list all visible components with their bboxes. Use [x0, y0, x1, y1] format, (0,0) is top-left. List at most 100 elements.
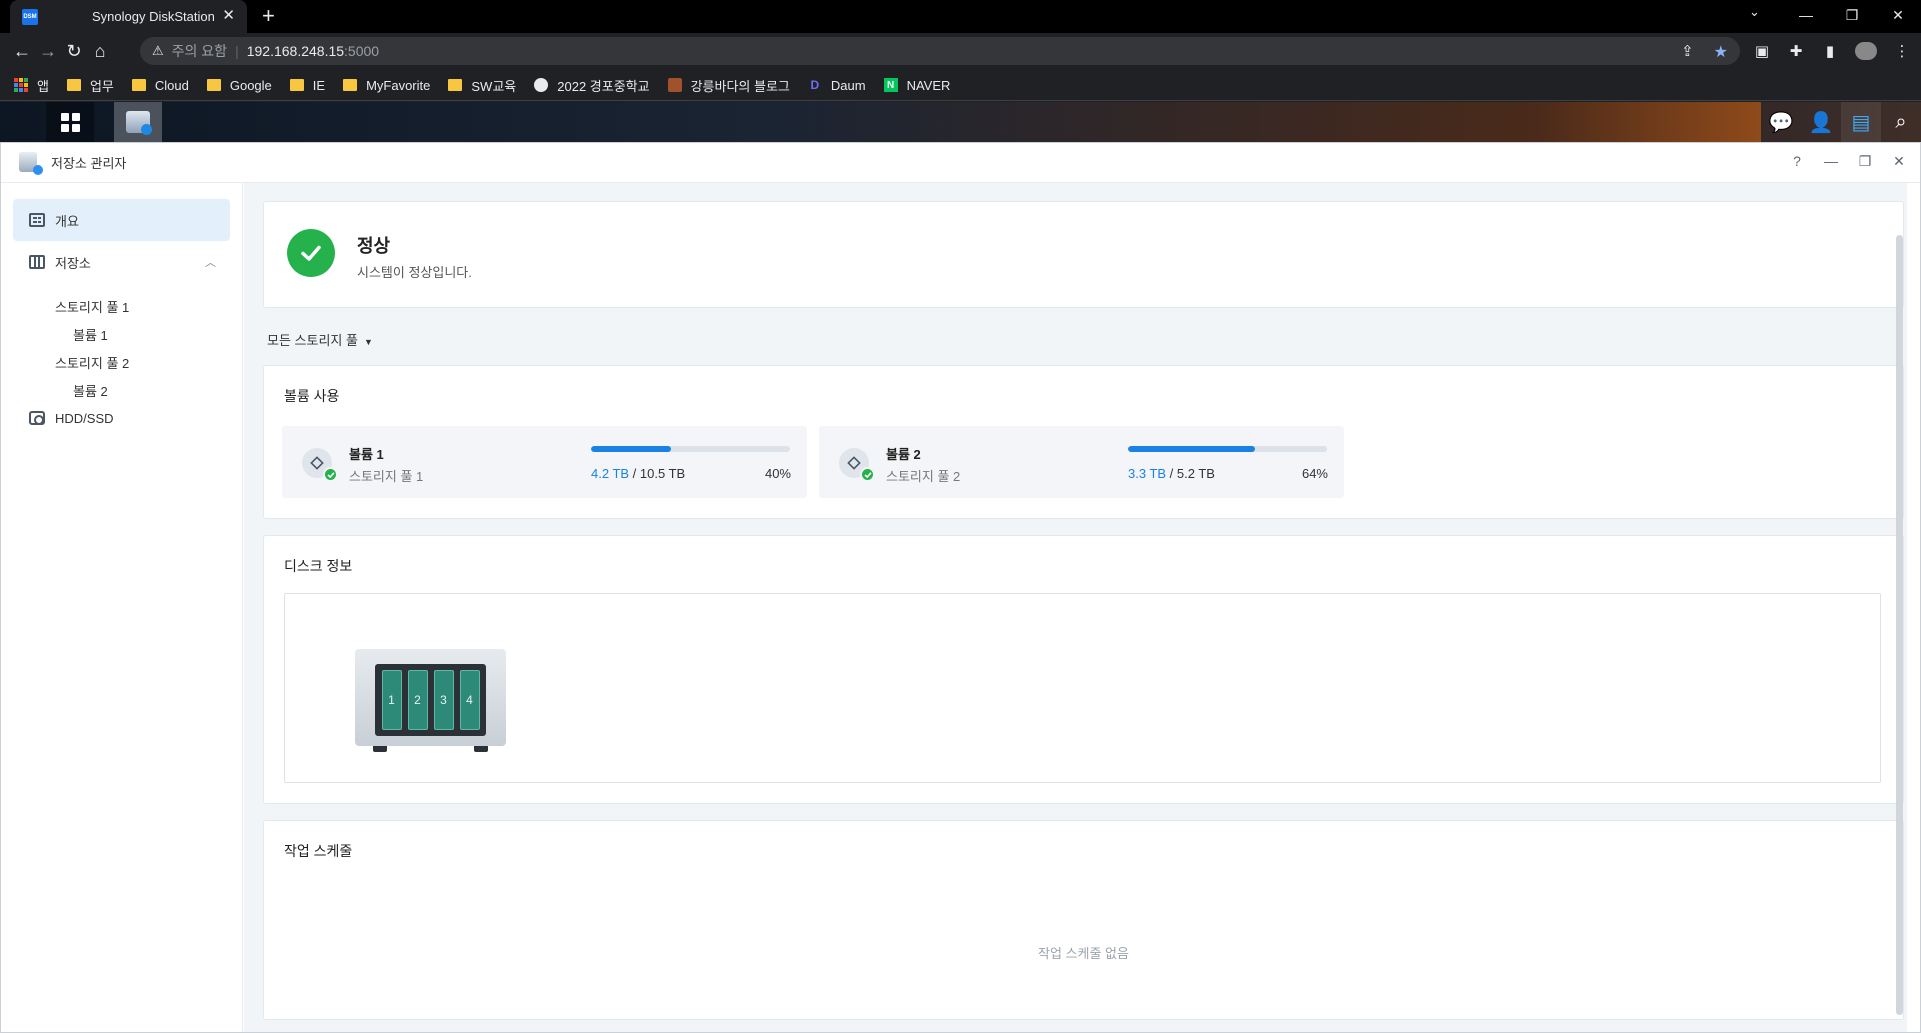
task-schedule-card: 작업 스케줄 작업 스케줄 없음: [263, 820, 1904, 1020]
forward-icon[interactable]: →: [36, 39, 60, 63]
folder-icon: [448, 79, 463, 91]
url-host[interactable]: 192.168.248.15: [247, 43, 344, 59]
bookmark-label: 2022 경포중학교: [557, 78, 650, 94]
pool-filter-label: 모든 스토리지 풀: [267, 333, 358, 348]
minimize-icon[interactable]: —: [1783, 0, 1829, 30]
status-card: 정상 시스템이 정상입니다.: [263, 201, 1904, 308]
bookmark-folder[interactable]: Cloud: [131, 78, 189, 93]
url-port[interactable]: :5000: [344, 43, 379, 59]
disk-info-card: 디스크 정보 1 2 3 4: [263, 535, 1904, 804]
folder-icon: [343, 79, 358, 91]
security-warning[interactable]: 주의 요함: [172, 41, 227, 61]
sidebar-item-pool1[interactable]: 스토리지 풀 1: [55, 297, 129, 316]
help-icon[interactable]: ?: [1790, 153, 1804, 170]
minimize-window-icon[interactable]: —: [1824, 153, 1838, 170]
volume-percent: 40%: [764, 466, 791, 481]
tab-search-chevron-icon[interactable]: ⌄: [1749, 4, 1760, 20]
tab-close-icon[interactable]: ✕: [222, 8, 235, 24]
notification-chat-icon[interactable]: 💬: [1761, 102, 1801, 142]
folder-icon: [206, 79, 221, 91]
folder-icon: [66, 79, 81, 91]
warning-icon[interactable]: ⚠: [152, 43, 164, 59]
storage-manager-icon: [19, 151, 43, 175]
volume-item[interactable]: 볼륨 2 스토리지 풀 2 3.3 TB / 5.2 TB 64%: [819, 426, 1344, 498]
bookmark-star-icon[interactable]: ★: [1714, 42, 1728, 62]
bookmark-folder[interactable]: IE: [289, 78, 325, 93]
taskbar-storage-manager-button[interactable]: [114, 102, 162, 142]
disk-info-panel: 1 2 3 4: [284, 593, 1881, 783]
storage-icon: [29, 255, 45, 269]
sidebar-item-hdd-ssd[interactable]: HDD/SSD: [13, 397, 230, 439]
bookmark-link[interactable]: N NAVER: [883, 78, 950, 93]
volume-usage-bar-fill: [1128, 446, 1256, 452]
home-icon[interactable]: ⌂: [88, 39, 112, 63]
back-icon[interactable]: ←: [10, 39, 34, 63]
user-icon[interactable]: 👤: [1801, 102, 1841, 142]
drive-bay[interactable]: 2: [407, 670, 428, 730]
daum-icon: D: [810, 78, 820, 92]
sidebar-item-storage[interactable]: 저장소 ︿: [13, 241, 230, 283]
profile-avatar[interactable]: [1855, 42, 1877, 60]
volume-used: 3.3 TB: [1128, 466, 1167, 481]
sidebar-item-label: 저장소: [55, 255, 91, 271]
drive-bay[interactable]: 1: [381, 670, 402, 730]
tab-title: Synology DiskStation: [92, 9, 215, 24]
hdd-icon: [29, 411, 45, 425]
sidebar-item-volume1[interactable]: 볼륨 1: [73, 325, 108, 344]
bookmark-link[interactable]: 강릉바다의 블로그: [667, 76, 790, 95]
bookmark-folder[interactable]: Google: [206, 78, 272, 93]
more-menu-icon[interactable]: ⋮: [1893, 42, 1911, 60]
folder-icon: [289, 79, 304, 91]
share-icon[interactable]: ⇪: [1681, 42, 1694, 62]
content-scrollbar[interactable]: [1896, 235, 1903, 1015]
drive-bay[interactable]: 4: [459, 670, 480, 730]
sidebar-item-pool2[interactable]: 스토리지 풀 2: [55, 353, 129, 372]
window-title: 저장소 관리자: [51, 156, 127, 171]
nas-foot: [474, 746, 488, 752]
new-tab-icon[interactable]: +: [262, 4, 275, 28]
drive-bay[interactable]: 3: [433, 670, 454, 730]
bookmark-folder[interactable]: 업무: [66, 76, 114, 95]
volume-pool: 스토리지 풀 2: [886, 469, 961, 484]
task-schedule-title: 작업 스케줄: [284, 843, 353, 859]
volume-item[interactable]: 볼륨 1 스토리지 풀 1 4.2 TB / 10.5 TB 40%: [282, 426, 807, 498]
address-bar[interactable]: ⚠ 주의 요함 | 192.168.248.15:5000 ⇪ ★: [140, 37, 1740, 65]
maximize-window-icon[interactable]: ❐: [1858, 153, 1872, 170]
volume-icon: [302, 448, 338, 482]
main-menu-button[interactable]: [46, 102, 94, 142]
bookmark-link[interactable]: D Daum: [808, 78, 866, 93]
volume-total: 10.5 TB: [639, 466, 686, 481]
blog-icon: [667, 78, 682, 92]
reload-icon[interactable]: ↻: [62, 39, 86, 63]
nas-front-panel: 1 2 3 4: [375, 664, 486, 736]
status-description: 시스템이 정상입니다.: [357, 265, 472, 280]
bookmark-label: 강릉바다의 블로그: [690, 78, 790, 94]
caret-down-icon: ▼: [363, 337, 373, 347]
disk-info-title: 디스크 정보: [284, 558, 353, 574]
url-separator: |: [235, 43, 239, 59]
volume-usage-text: 4.2 TB / 10.5 TB: [591, 466, 686, 481]
extensions-puzzle-icon[interactable]: ✚: [1787, 42, 1805, 60]
bookmark-label: Daum: [830, 77, 866, 93]
window-titlebar[interactable]: 저장소 관리자 ? — ❐ ✕: [1, 143, 1920, 183]
extension-app-icon[interactable]: ▣: [1753, 42, 1771, 60]
pool-filter-dropdown[interactable]: 모든 스토리지 풀 ▼: [267, 330, 373, 349]
restore-icon[interactable]: ❐: [1829, 0, 1875, 30]
bookmark-folder[interactable]: SW교육: [448, 76, 516, 95]
storage-manager-icon: [126, 111, 152, 135]
close-window-icon[interactable]: ✕: [1892, 153, 1906, 170]
volume-icon: [839, 448, 875, 482]
bookmark-link[interactable]: 2022 경포중학교: [534, 76, 650, 95]
close-window-icon[interactable]: ✕: [1875, 0, 1921, 30]
browser-tab[interactable]: DSM Synology DiskStation ✕: [10, 0, 247, 33]
search-icon[interactable]: ⌕: [1881, 102, 1921, 142]
side-panel-icon[interactable]: ▮: [1821, 42, 1839, 60]
chevron-up-icon[interactable]: ︿: [205, 254, 216, 270]
sidebar-item-overview[interactable]: 개요: [13, 199, 230, 241]
bookmark-apps[interactable]: 앱: [14, 76, 49, 95]
volume-usage-card: 볼륨 사용 볼륨 1 스토리지 풀 1 4.2 TB / 10.5 TB 40%…: [263, 365, 1904, 519]
widgets-icon[interactable]: ▤: [1841, 102, 1881, 142]
browser-toolbar: ← → ↻ ⌂ ⚠ 주의 요함 | 192.168.248.15:5000 ⇪ …: [0, 33, 1921, 70]
folder-icon: [131, 79, 146, 91]
bookmark-folder[interactable]: MyFavorite: [343, 78, 430, 93]
